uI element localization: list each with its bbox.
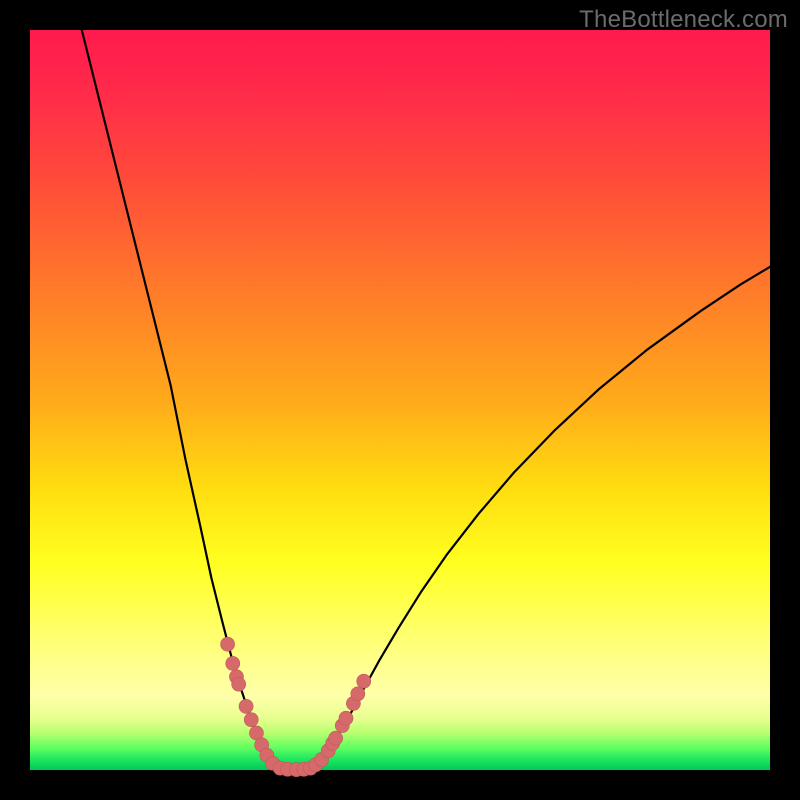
highlight-dot <box>221 637 235 651</box>
dots-group <box>221 637 371 776</box>
highlight-dot <box>357 674 371 688</box>
highlight-dot <box>329 731 343 745</box>
bottleneck-curve <box>82 30 770 770</box>
chart-frame: TheBottleneck.com <box>0 0 800 800</box>
highlight-dot <box>232 677 246 691</box>
chart-svg <box>30 30 770 770</box>
highlight-dot <box>244 713 258 727</box>
highlight-dot <box>226 656 240 670</box>
highlight-dot <box>339 711 353 725</box>
curve-group <box>82 30 770 770</box>
plot-area <box>30 30 770 770</box>
highlight-dot <box>351 687 365 701</box>
highlight-dot <box>239 699 253 713</box>
